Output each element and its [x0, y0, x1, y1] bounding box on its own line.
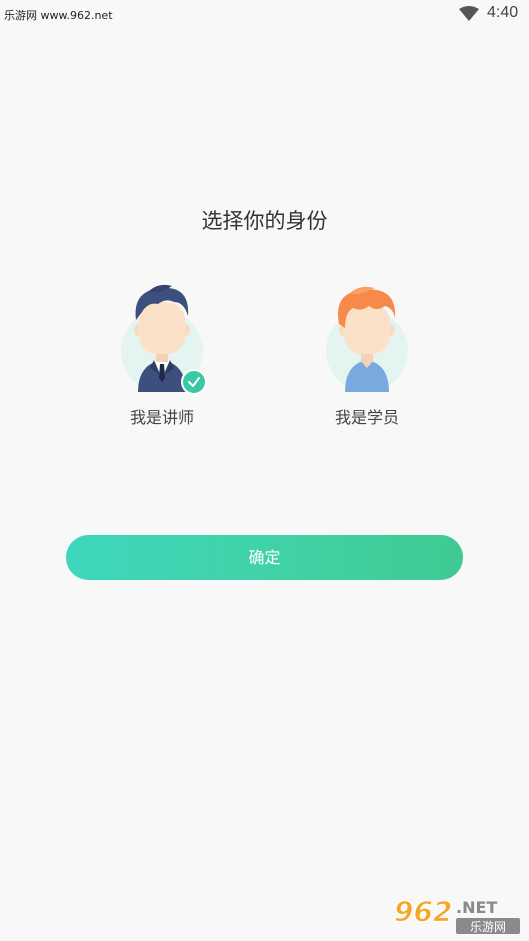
role-label-teacher: 我是讲师: [129, 408, 194, 427]
svg-text:962: 962: [394, 895, 452, 928]
confirm-button[interactable]: 确定: [66, 535, 463, 580]
role-label-student: 我是学员: [334, 408, 399, 427]
role-option-student[interactable]: 我是学员: [307, 282, 427, 432]
wifi-icon: [459, 6, 479, 21]
student-avatar-icon: [326, 286, 408, 392]
svg-text:乐游网: 乐游网: [470, 920, 506, 934]
brand-watermark-logo: 962 .NET 乐游网: [394, 895, 520, 934]
status-bar: 乐游网 www.962.net 4:40: [0, 0, 529, 28]
selected-check-icon: [181, 369, 207, 395]
status-clock: 4:40: [487, 4, 519, 21]
svg-text:.NET: .NET: [456, 898, 497, 917]
role-option-teacher[interactable]: 我是讲师: [102, 282, 222, 432]
page-title: 选择你的身份: [201, 209, 328, 233]
site-watermark-text: 乐游网 www.962.net: [4, 9, 113, 22]
